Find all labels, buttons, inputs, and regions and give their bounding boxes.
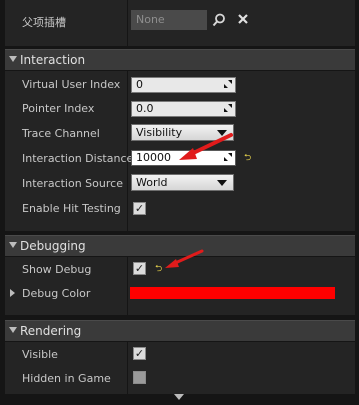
pointer-index-label: Pointer Index bbox=[22, 102, 95, 115]
interaction-distance-label: Interaction Distance bbox=[22, 152, 134, 165]
visible-label: Visible bbox=[22, 348, 58, 361]
drag-resize-icon[interactable] bbox=[224, 104, 232, 112]
hidden-in-game-label: Hidden in Game bbox=[22, 372, 111, 385]
collapse-triangle-icon bbox=[9, 56, 17, 62]
debug-color-label: Debug Color bbox=[22, 287, 91, 300]
virtual-user-index-field[interactable]: 0 bbox=[131, 77, 236, 93]
dropdown-arrow-icon bbox=[217, 180, 227, 186]
collapse-triangle-icon bbox=[9, 242, 17, 248]
debug-color-swatch[interactable] bbox=[130, 287, 335, 299]
interaction-section-title: Interaction bbox=[20, 53, 86, 67]
enable-hit-testing-checkbox[interactable]: ✓ bbox=[133, 202, 146, 215]
debugging-section-title: Debugging bbox=[20, 239, 86, 253]
parent-socket-label: 父项插槽 bbox=[22, 16, 66, 29]
rendering-section-title: Rendering bbox=[20, 324, 82, 338]
interaction-section-header[interactable]: Interaction bbox=[5, 49, 355, 70]
column-divider bbox=[127, 71, 128, 231]
enable-hit-testing-label: Enable Hit Testing bbox=[22, 202, 121, 215]
clear-icon[interactable] bbox=[237, 13, 249, 25]
details-panel: 父项插槽 None Interaction Virtual User Index… bbox=[0, 0, 359, 405]
column-divider bbox=[127, 0, 128, 46]
parent-socket-field[interactable]: None bbox=[131, 10, 207, 30]
expand-triangle-icon[interactable] bbox=[10, 289, 15, 297]
search-icon[interactable] bbox=[212, 13, 226, 27]
pointer-index-value: 0.0 bbox=[136, 102, 154, 115]
interaction-source-dropdown[interactable]: World bbox=[131, 174, 234, 191]
visible-checkbox[interactable]: ✓ bbox=[133, 347, 146, 360]
show-debug-label: Show Debug bbox=[22, 263, 92, 276]
interaction-distance-value: 10000 bbox=[136, 151, 171, 164]
column-divider bbox=[127, 257, 128, 315]
show-debug-checkbox[interactable]: ✓ bbox=[133, 262, 146, 275]
drag-resize-icon[interactable] bbox=[224, 80, 232, 88]
reset-to-default-icon[interactable]: ⮌ bbox=[244, 154, 254, 163]
interaction-source-label: Interaction Source bbox=[22, 177, 123, 190]
interaction-source-value: World bbox=[136, 176, 168, 189]
annotation-arrow-icon bbox=[179, 133, 233, 160]
collapse-triangle-icon bbox=[9, 327, 17, 333]
rendering-section-header[interactable]: Rendering bbox=[5, 320, 355, 341]
annotation-arrow-icon bbox=[165, 249, 204, 268]
hidden-in-game-checkbox[interactable] bbox=[133, 371, 146, 384]
virtual-user-index-value: 0 bbox=[136, 78, 143, 91]
pointer-index-field[interactable]: 0.0 bbox=[131, 101, 236, 117]
scroll-down-icon[interactable] bbox=[174, 394, 184, 400]
trace-channel-label: Trace Channel bbox=[22, 127, 100, 140]
virtual-user-index-label: Virtual User Index bbox=[22, 78, 121, 91]
column-divider bbox=[127, 342, 128, 394]
